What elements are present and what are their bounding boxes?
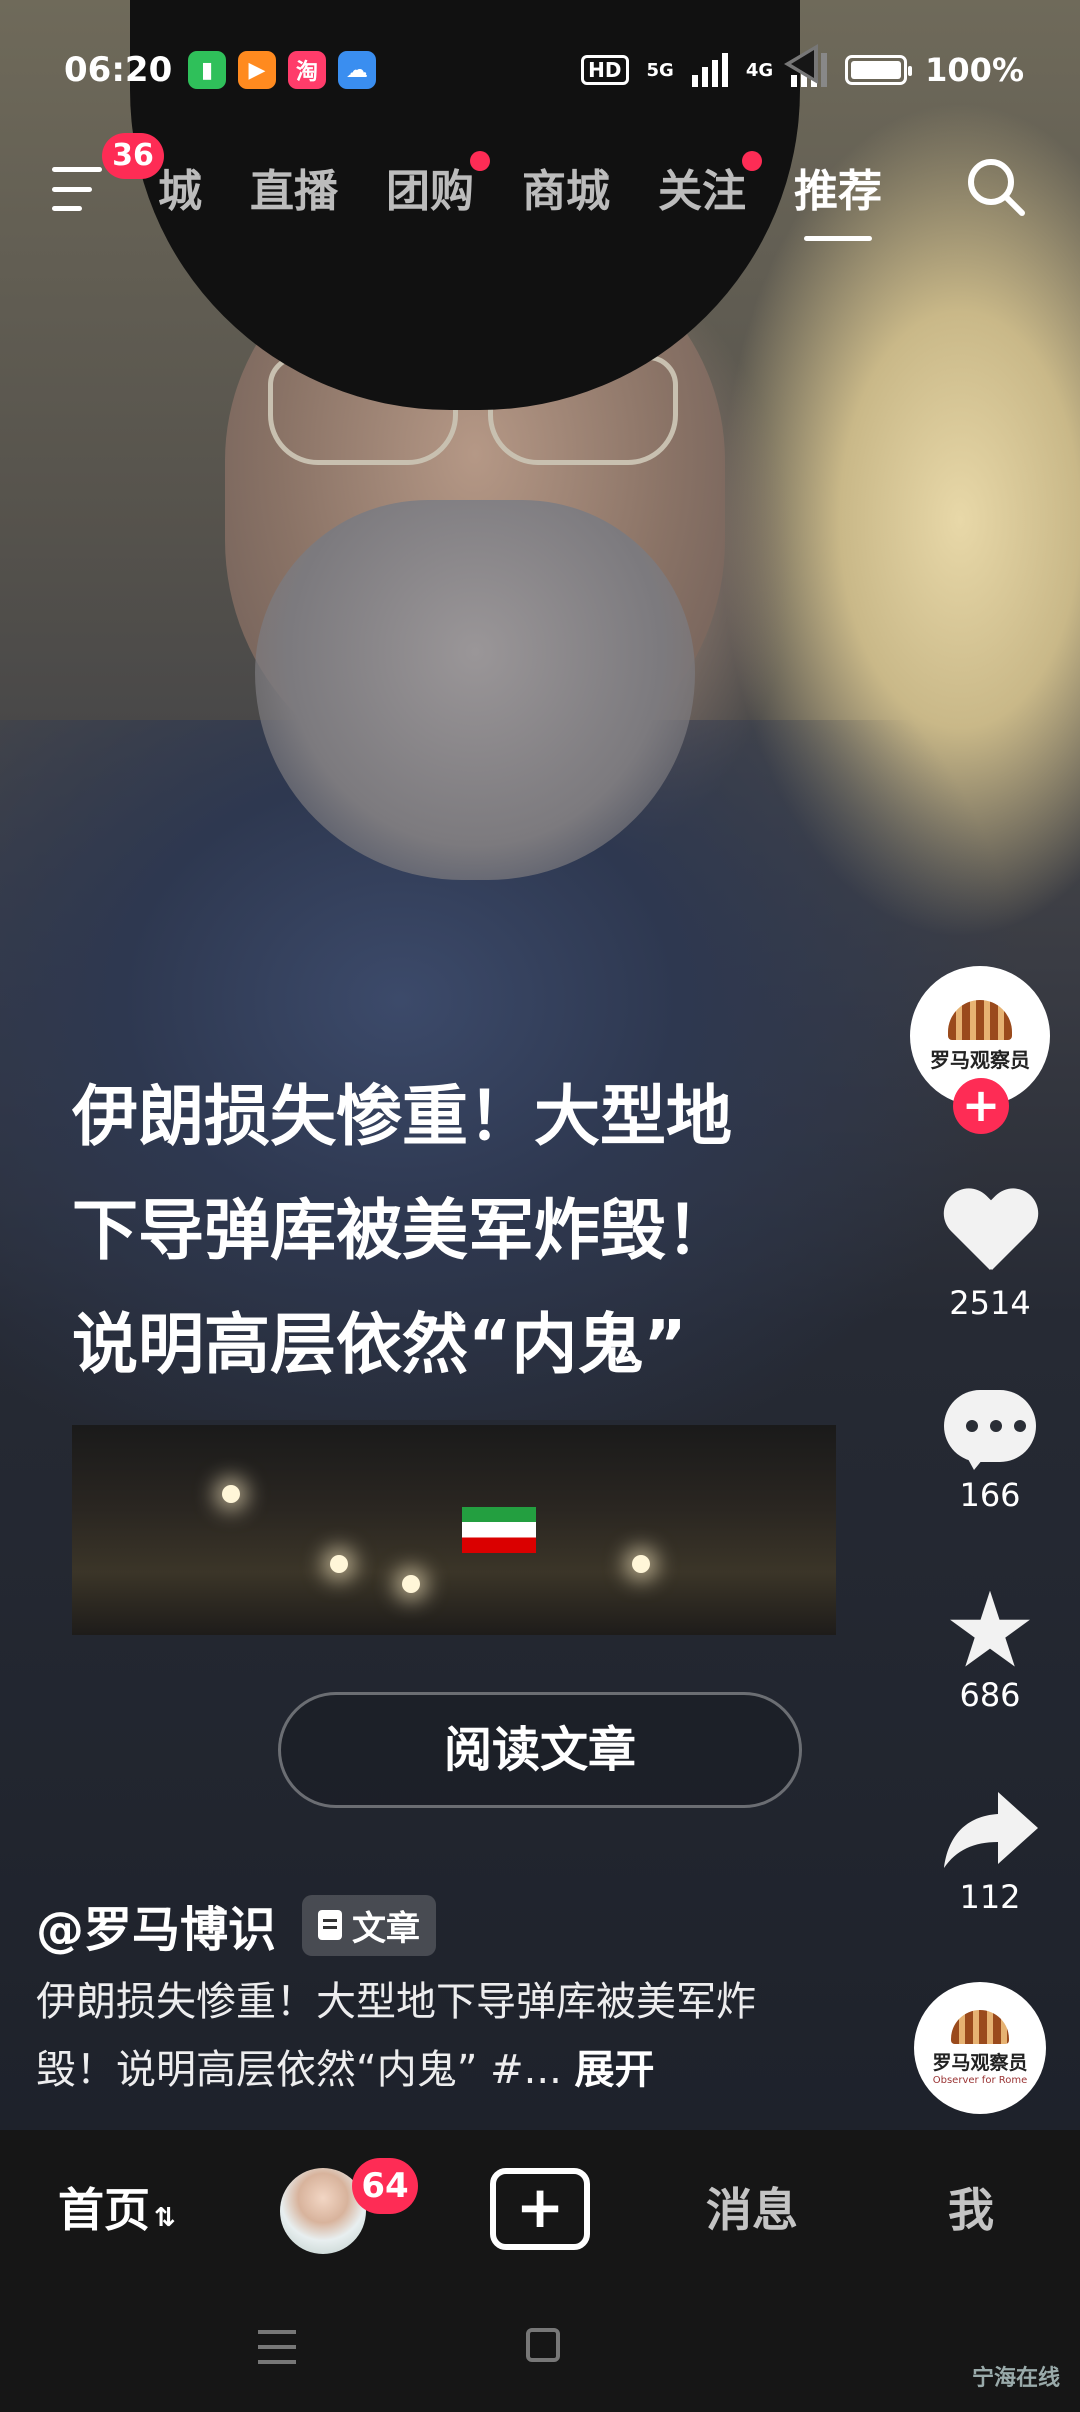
tab-following[interactable]: 关注 (658, 151, 762, 219)
battery-icon (845, 55, 913, 85)
tunnel-light (402, 1575, 420, 1593)
comment-button[interactable]: 166 (900, 1390, 1080, 1514)
article-title-line: 伊朗损失惨重！大型地 (72, 1078, 732, 1155)
network-4g-label: 4G (745, 59, 774, 81)
like-count: 2514 (949, 1284, 1031, 1322)
favorite-button[interactable]: ★ 686 (900, 1569, 1080, 1714)
signal-icon (691, 53, 728, 87)
comment-icon (944, 1390, 1036, 1470)
avatar-subtext: Observer for Rome (932, 2075, 1028, 2086)
status-time: 06:20 (64, 50, 173, 90)
favorite-count: 686 (959, 1676, 1021, 1714)
article-title-line: 下导弹库被美军炸毁！ (72, 1192, 732, 1269)
follow-button[interactable]: + (953, 1078, 1009, 1134)
red-dot (742, 151, 762, 171)
avatar-text: 罗马观察员 (930, 1047, 1030, 1072)
author-row: @罗马博识 文章 (36, 1890, 437, 1960)
back-icon-inner (791, 50, 814, 78)
bottom-tab-bar: 首页 ⇅ 64 + 消息 我 (0, 2132, 1080, 2282)
network-5g-label: 5G (646, 59, 674, 81)
article-tag[interactable]: 文章 (302, 1894, 437, 1956)
colosseum-logo (948, 999, 1012, 1040)
red-dot (470, 151, 490, 171)
tab-home[interactable]: 首页 ⇅ (58, 2174, 176, 2240)
tab-recommended[interactable]: 推荐 (794, 155, 882, 241)
menu-button[interactable] (52, 167, 102, 211)
status-bar: 06:20 ▮ ▶ 淘 ☁ HD 5G 4G 100% (0, 40, 1080, 100)
notification-icons: ▮ ▶ 淘 ☁ (188, 51, 376, 89)
article-preview-image[interactable] (72, 1425, 836, 1635)
nav-tabs: 城 直播 团购 商城 关注 推荐 (158, 151, 930, 241)
watermark: 宁海在线 (971, 2366, 1060, 2391)
tab-group-buy[interactable]: 团购 (386, 151, 490, 219)
share-count: 112 (959, 1878, 1021, 1916)
colosseum-logo (951, 2010, 1009, 2044)
tab-me[interactable]: 我 (948, 2174, 994, 2240)
article-title[interactable]: 伊朗损失惨重！大型地 下导弹库被美军炸毁！ 说明高层依然“内鬼” (72, 1060, 872, 1402)
like-button[interactable]: 2514 (900, 1190, 1080, 1322)
iran-flag (462, 1507, 536, 1553)
document-icon (318, 1910, 343, 1940)
avatar-text: 罗马观察员 (932, 2052, 1028, 2074)
article-tag-label: 文章 (352, 1908, 421, 1949)
heart-icon (942, 1190, 1038, 1278)
friend-badge: 64 (352, 2158, 418, 2214)
tunnel-light (330, 1555, 348, 1573)
menu-badge: 36 (102, 133, 164, 179)
battery-fill (851, 61, 902, 79)
battery-percent: 100% (925, 51, 1024, 89)
video-figure-beard (255, 500, 695, 880)
weather-icon: ☁ (338, 51, 376, 89)
share-button[interactable]: 112 (900, 1788, 1080, 1916)
tab-mall[interactable]: 商城 (522, 155, 610, 219)
video-app-icon: ▶ (238, 51, 276, 89)
hd-icon: HD (581, 55, 629, 85)
tab-messages[interactable]: 消息 (706, 2174, 798, 2240)
search-icon[interactable] (964, 155, 1028, 219)
read-article-button[interactable]: 阅读文章 (278, 1692, 802, 1808)
battery-saver-icon: ▮ (188, 51, 226, 89)
swap-icon: ⇅ (154, 2203, 176, 2233)
author-handle[interactable]: @罗马博识 (36, 1890, 276, 1960)
system-nav-bar (0, 2282, 1080, 2412)
top-nav: 36 城 直播 团购 商城 关注 推荐 (0, 133, 1080, 241)
tunnel-light (632, 1555, 650, 1573)
tab-live[interactable]: 直播 (250, 155, 338, 219)
create-button[interactable]: + (490, 2168, 590, 2250)
article-title-line: 说明高层依然“内鬼” (72, 1306, 687, 1383)
home-icon[interactable] (526, 2328, 560, 2362)
share-icon (944, 1792, 1038, 1868)
video-description[interactable]: 伊朗损失惨重！大型地下导弹库被美军炸毁！说明高层依然“内鬼” #... 展开 (36, 1968, 826, 2104)
star-icon: ★ (943, 1569, 1037, 1691)
comment-count: 166 (959, 1476, 1021, 1514)
music-avatar[interactable]: 罗马观察员 Observer for Rome (914, 1982, 1046, 2114)
recent-apps-icon[interactable] (258, 2330, 296, 2364)
tunnel-light (222, 1485, 240, 1503)
taobao-icon: 淘 (288, 51, 326, 89)
tab-city[interactable]: 城 (158, 155, 202, 219)
expand-button[interactable]: 展开 (575, 2047, 655, 2093)
